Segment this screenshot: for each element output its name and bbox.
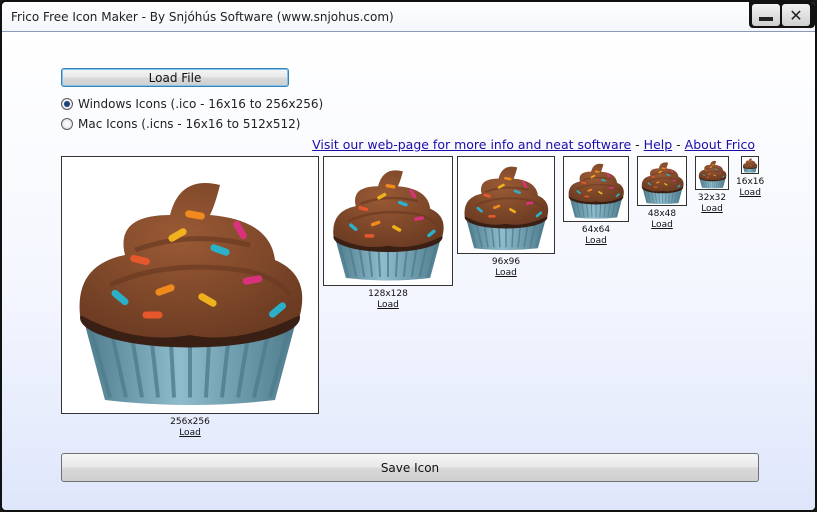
- icon-slot-16: 16x16 Load: [736, 156, 764, 199]
- mac-icons-label: Mac Icons (.icns - 16x16 to 512x512): [78, 117, 301, 131]
- icon-slot-64: 64x64 Load: [563, 156, 629, 247]
- icon-slot-128: 128x128 Load: [323, 156, 453, 311]
- load-96-link[interactable]: Load: [495, 268, 517, 279]
- load-64-link[interactable]: Load: [585, 236, 607, 247]
- icon-slot-256: 256x256 Load: [61, 156, 319, 439]
- cupcake-icon: [639, 158, 686, 205]
- icon-preview-48: [637, 156, 687, 206]
- icon-preview-32: [695, 156, 729, 190]
- mac-icons-radio[interactable]: [61, 118, 73, 130]
- cupcake-icon: [459, 158, 553, 252]
- about-link[interactable]: About Frico: [685, 137, 755, 152]
- size-label-128: 128x128: [368, 289, 408, 299]
- links-bar: Visit our web-page for more info and nea…: [312, 137, 755, 152]
- app-window: Frico Free Icon Maker - By Snjóhús Softw…: [0, 0, 817, 512]
- load-file-button[interactable]: Load File: [61, 68, 289, 87]
- icon-slot-96: 96x96 Load: [457, 156, 555, 279]
- title-bar[interactable]: Frico Free Icon Maker - By Snjóhús Softw…: [2, 2, 815, 32]
- size-label-16: 16x16: [736, 177, 765, 187]
- window-title: Frico Free Icon Maker - By Snjóhús Softw…: [11, 10, 394, 24]
- icon-slot-32: 32x32 Load: [695, 156, 729, 215]
- cupcake-icon: [65, 160, 315, 410]
- size-label-32: 32x32: [697, 193, 727, 203]
- window-controls: ✕: [749, 2, 815, 28]
- main-content: Load File Windows Icons (.ico - 16x16 to…: [2, 33, 815, 510]
- load-16-link[interactable]: Load: [739, 188, 761, 199]
- size-label-256: 256x256: [170, 417, 210, 427]
- load-32-link[interactable]: Load: [701, 204, 723, 215]
- cupcake-icon: [565, 158, 627, 220]
- cupcake-icon: [326, 159, 450, 283]
- help-link[interactable]: Help: [644, 137, 673, 152]
- radio-selected-dot: [64, 101, 70, 107]
- minimize-icon: [759, 17, 773, 21]
- link-separator: -: [676, 137, 681, 152]
- cupcake-icon: [697, 158, 728, 189]
- load-128-link[interactable]: Load: [377, 300, 399, 311]
- icon-preview-64: [563, 156, 629, 222]
- icon-preview-256: [61, 156, 319, 414]
- cupcake-icon: [742, 157, 758, 173]
- size-label-64: 64x64: [581, 225, 611, 235]
- minimize-button[interactable]: [752, 4, 780, 26]
- size-label-96: 96x96: [491, 257, 521, 267]
- windows-icons-option[interactable]: Windows Icons (.ico - 16x16 to 256x256): [61, 97, 323, 111]
- close-icon: ✕: [789, 5, 803, 25]
- load-256-link[interactable]: Load: [179, 428, 201, 439]
- size-label-48: 48x48: [647, 209, 677, 219]
- icon-preview-128: [323, 156, 453, 286]
- icon-preview-16: [741, 156, 760, 174]
- windows-icons-radio[interactable]: [61, 98, 73, 110]
- save-icon-button[interactable]: Save Icon: [61, 453, 759, 482]
- icon-slot-48: 48x48 Load: [637, 156, 687, 231]
- website-link[interactable]: Visit our web-page for more info and nea…: [312, 137, 631, 152]
- link-separator: -: [635, 137, 640, 152]
- windows-icons-label: Windows Icons (.ico - 16x16 to 256x256): [78, 97, 324, 111]
- close-button[interactable]: ✕: [782, 4, 810, 26]
- mac-icons-option[interactable]: Mac Icons (.icns - 16x16 to 512x512): [61, 117, 300, 131]
- load-48-link[interactable]: Load: [651, 220, 673, 231]
- icon-preview-96: [457, 156, 555, 254]
